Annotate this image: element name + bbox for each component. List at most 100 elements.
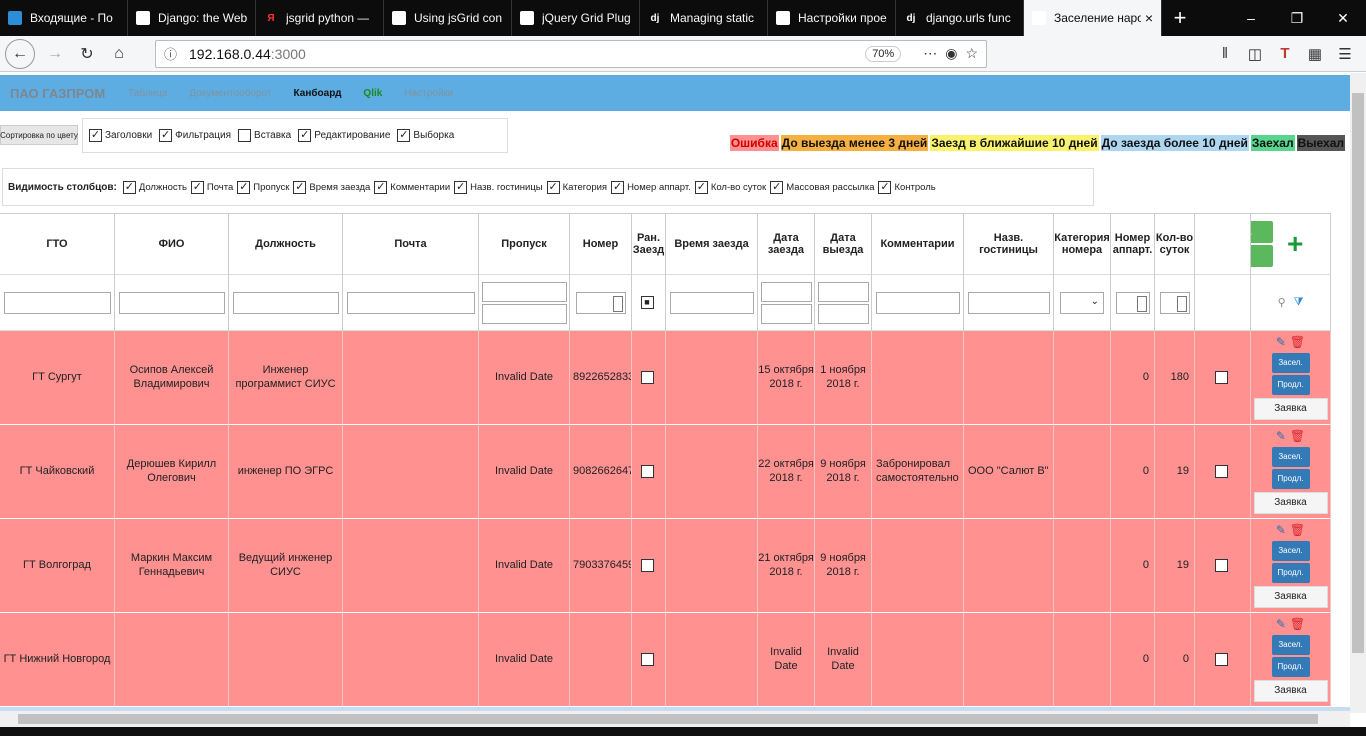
library-icon[interactable]: ‖: [1210, 45, 1240, 63]
delete-icon[interactable]: 🗑: [1290, 617, 1305, 631]
maximize-icon[interactable]: ❐: [1274, 0, 1320, 36]
minimize-icon[interactable]: –: [1228, 0, 1274, 36]
column-header[interactable]: Время заезда: [666, 213, 758, 275]
settle-all-button[interactable]: Засел.: [1251, 221, 1273, 243]
number-filter[interactable]: [575, 291, 626, 314]
column-header[interactable]: Ран. Заезд: [632, 213, 666, 275]
search-icon[interactable]: ⚲: [1278, 296, 1286, 309]
visibility-option[interactable]: ✓ Должность: [122, 180, 187, 194]
info-icon[interactable]: ⓘ: [164, 44, 177, 63]
filter-input[interactable]: [760, 303, 812, 324]
checkbox[interactable]: ✓: [159, 129, 173, 142]
early-checkin-checkbox[interactable]: [640, 559, 654, 572]
pocket-icon[interactable]: ◉: [945, 45, 957, 62]
column-header[interactable]: Пропуск: [479, 213, 570, 275]
option-4[interactable]: ✓ Выборка: [397, 129, 454, 142]
nav-settings[interactable]: Настройки: [404, 88, 453, 99]
checkbox[interactable]: ✓: [89, 129, 102, 142]
checkbox[interactable]: ✓: [298, 129, 312, 142]
browser-tab[interactable]: Using jsGrid con: [384, 0, 512, 36]
url-bar[interactable]: ⓘ 192.168.0.44:3000 70% ⋯ ◉ ☆: [155, 39, 987, 68]
back-arrow-icon[interactable]: ←: [5, 38, 35, 69]
extend-all-button[interactable]: Прод.: [1251, 245, 1273, 267]
browser-tab[interactable]: jQuery Grid Plugin –: [512, 0, 640, 36]
option-1[interactable]: ✓ Фильтрация: [159, 129, 231, 142]
sidebar-icon[interactable]: ◫: [1240, 45, 1270, 63]
visibility-option[interactable]: ✓ Пропуск: [237, 180, 289, 194]
visibility-option[interactable]: ✓ Контроль: [878, 180, 936, 194]
checkbox[interactable]: ✓: [237, 180, 251, 194]
reload-icon[interactable]: ↻: [71, 38, 103, 70]
edit-icon[interactable]: ✎: [1276, 523, 1286, 537]
checkbox[interactable]: ✓: [770, 180, 784, 194]
checkbox[interactable]: ✓: [293, 180, 307, 194]
visibility-option[interactable]: ✓ Категория: [546, 180, 607, 194]
column-header[interactable]: Кол-во суток: [1155, 213, 1195, 275]
settle-button[interactable]: Засел.: [1271, 540, 1310, 561]
filter-input[interactable]: [346, 291, 475, 314]
checkbox[interactable]: ✓: [878, 180, 892, 194]
number-filter[interactable]: [1159, 291, 1190, 314]
browser-tab[interactable]: dj django.urls func: [896, 0, 1024, 36]
horizontal-scrollbar[interactable]: [0, 711, 1350, 727]
column-header[interactable]: Номер: [570, 213, 632, 275]
delete-icon[interactable]: 🗑: [1290, 523, 1305, 537]
column-header[interactable]: Назв. гостиницы: [964, 213, 1054, 275]
column-header[interactable]: ГТО: [0, 213, 115, 275]
checkbox[interactable]: ✓: [374, 180, 388, 194]
request-button[interactable]: Заявка: [1253, 491, 1328, 514]
visibility-option[interactable]: ✓ Номер аппарт.: [611, 180, 691, 194]
filter-input[interactable]: [3, 291, 111, 314]
brand-logo[interactable]: ПАО ГАЗПРОМ: [10, 86, 105, 101]
filter-input[interactable]: [232, 291, 339, 314]
menu-icon[interactable]: ☰: [1330, 45, 1360, 63]
visibility-option[interactable]: ✓ Комментарии: [374, 180, 450, 194]
sort-by-color-button[interactable]: Сортировка по цвету: [0, 125, 78, 145]
checkbox-filter[interactable]: ■: [640, 296, 654, 309]
filter-input[interactable]: [669, 291, 754, 314]
more-icon[interactable]: ⋯: [923, 45, 937, 62]
checkbox[interactable]: ✓: [546, 180, 560, 194]
control-checkbox[interactable]: [1214, 371, 1228, 384]
checkbox[interactable]: ✓: [611, 180, 625, 194]
number-filter[interactable]: [1115, 291, 1150, 314]
category-select[interactable]: ⌄: [1060, 291, 1104, 314]
filter-input[interactable]: [817, 281, 869, 302]
visibility-option[interactable]: ✓ Массовая рассылка: [770, 180, 874, 194]
filter-input[interactable]: [875, 291, 960, 314]
checkbox[interactable]: ✓: [694, 180, 708, 194]
edit-icon[interactable]: ✎: [1276, 429, 1286, 443]
settle-button[interactable]: Засел.: [1271, 634, 1310, 655]
vertical-scrollbar[interactable]: [1350, 73, 1366, 713]
delete-icon[interactable]: 🗑: [1290, 429, 1305, 443]
nav-table[interactable]: Таблица: [128, 88, 167, 99]
table-row[interactable]: ГТ Нижний Новгород Invalid Date Invalid Da…: [0, 613, 1350, 707]
request-button[interactable]: Заявка: [1253, 397, 1328, 420]
settle-button[interactable]: Засел.: [1271, 446, 1310, 467]
option-2[interactable]: Вставка: [238, 129, 291, 142]
column-header[interactable]: Должность: [229, 213, 343, 275]
table-row[interactable]: ГТ Чайковский Дерюшев Кирилл Олегович инже…: [0, 425, 1350, 519]
extend-button[interactable]: Продл.: [1271, 562, 1310, 583]
visibility-option[interactable]: ✓ Кол-во суток: [694, 180, 766, 194]
option-3[interactable]: ✓ Редактирование: [298, 129, 390, 142]
column-header[interactable]: Дата выезда: [815, 213, 872, 275]
zoom-level[interactable]: 70%: [865, 45, 902, 62]
column-header[interactable]: Комментарии: [872, 213, 964, 275]
checkbox[interactable]: ✓: [190, 180, 204, 194]
extension-t-icon[interactable]: T: [1270, 45, 1300, 63]
column-header[interactable]: Почта: [343, 213, 479, 275]
filter-input[interactable]: [967, 291, 1050, 314]
browser-tab[interactable]: Django: the Web fra: [128, 0, 256, 36]
extend-button[interactable]: Продл.: [1271, 468, 1310, 489]
browser-tab[interactable]: Входящие - По: [0, 0, 128, 36]
column-header[interactable]: Категория номера: [1054, 213, 1111, 275]
new-tab-button[interactable]: +: [1162, 0, 1198, 36]
browser-tab[interactable]: dj Managing static: [640, 0, 768, 36]
bookmark-star-icon[interactable]: ☆: [965, 45, 978, 62]
horizontal-scroll-thumb[interactable]: [18, 714, 1318, 724]
visibility-option[interactable]: ✓ Почта: [190, 180, 233, 194]
early-checkin-checkbox[interactable]: [640, 371, 654, 384]
column-header[interactable]: Дата заезда: [758, 213, 815, 275]
checkbox[interactable]: [238, 129, 252, 142]
